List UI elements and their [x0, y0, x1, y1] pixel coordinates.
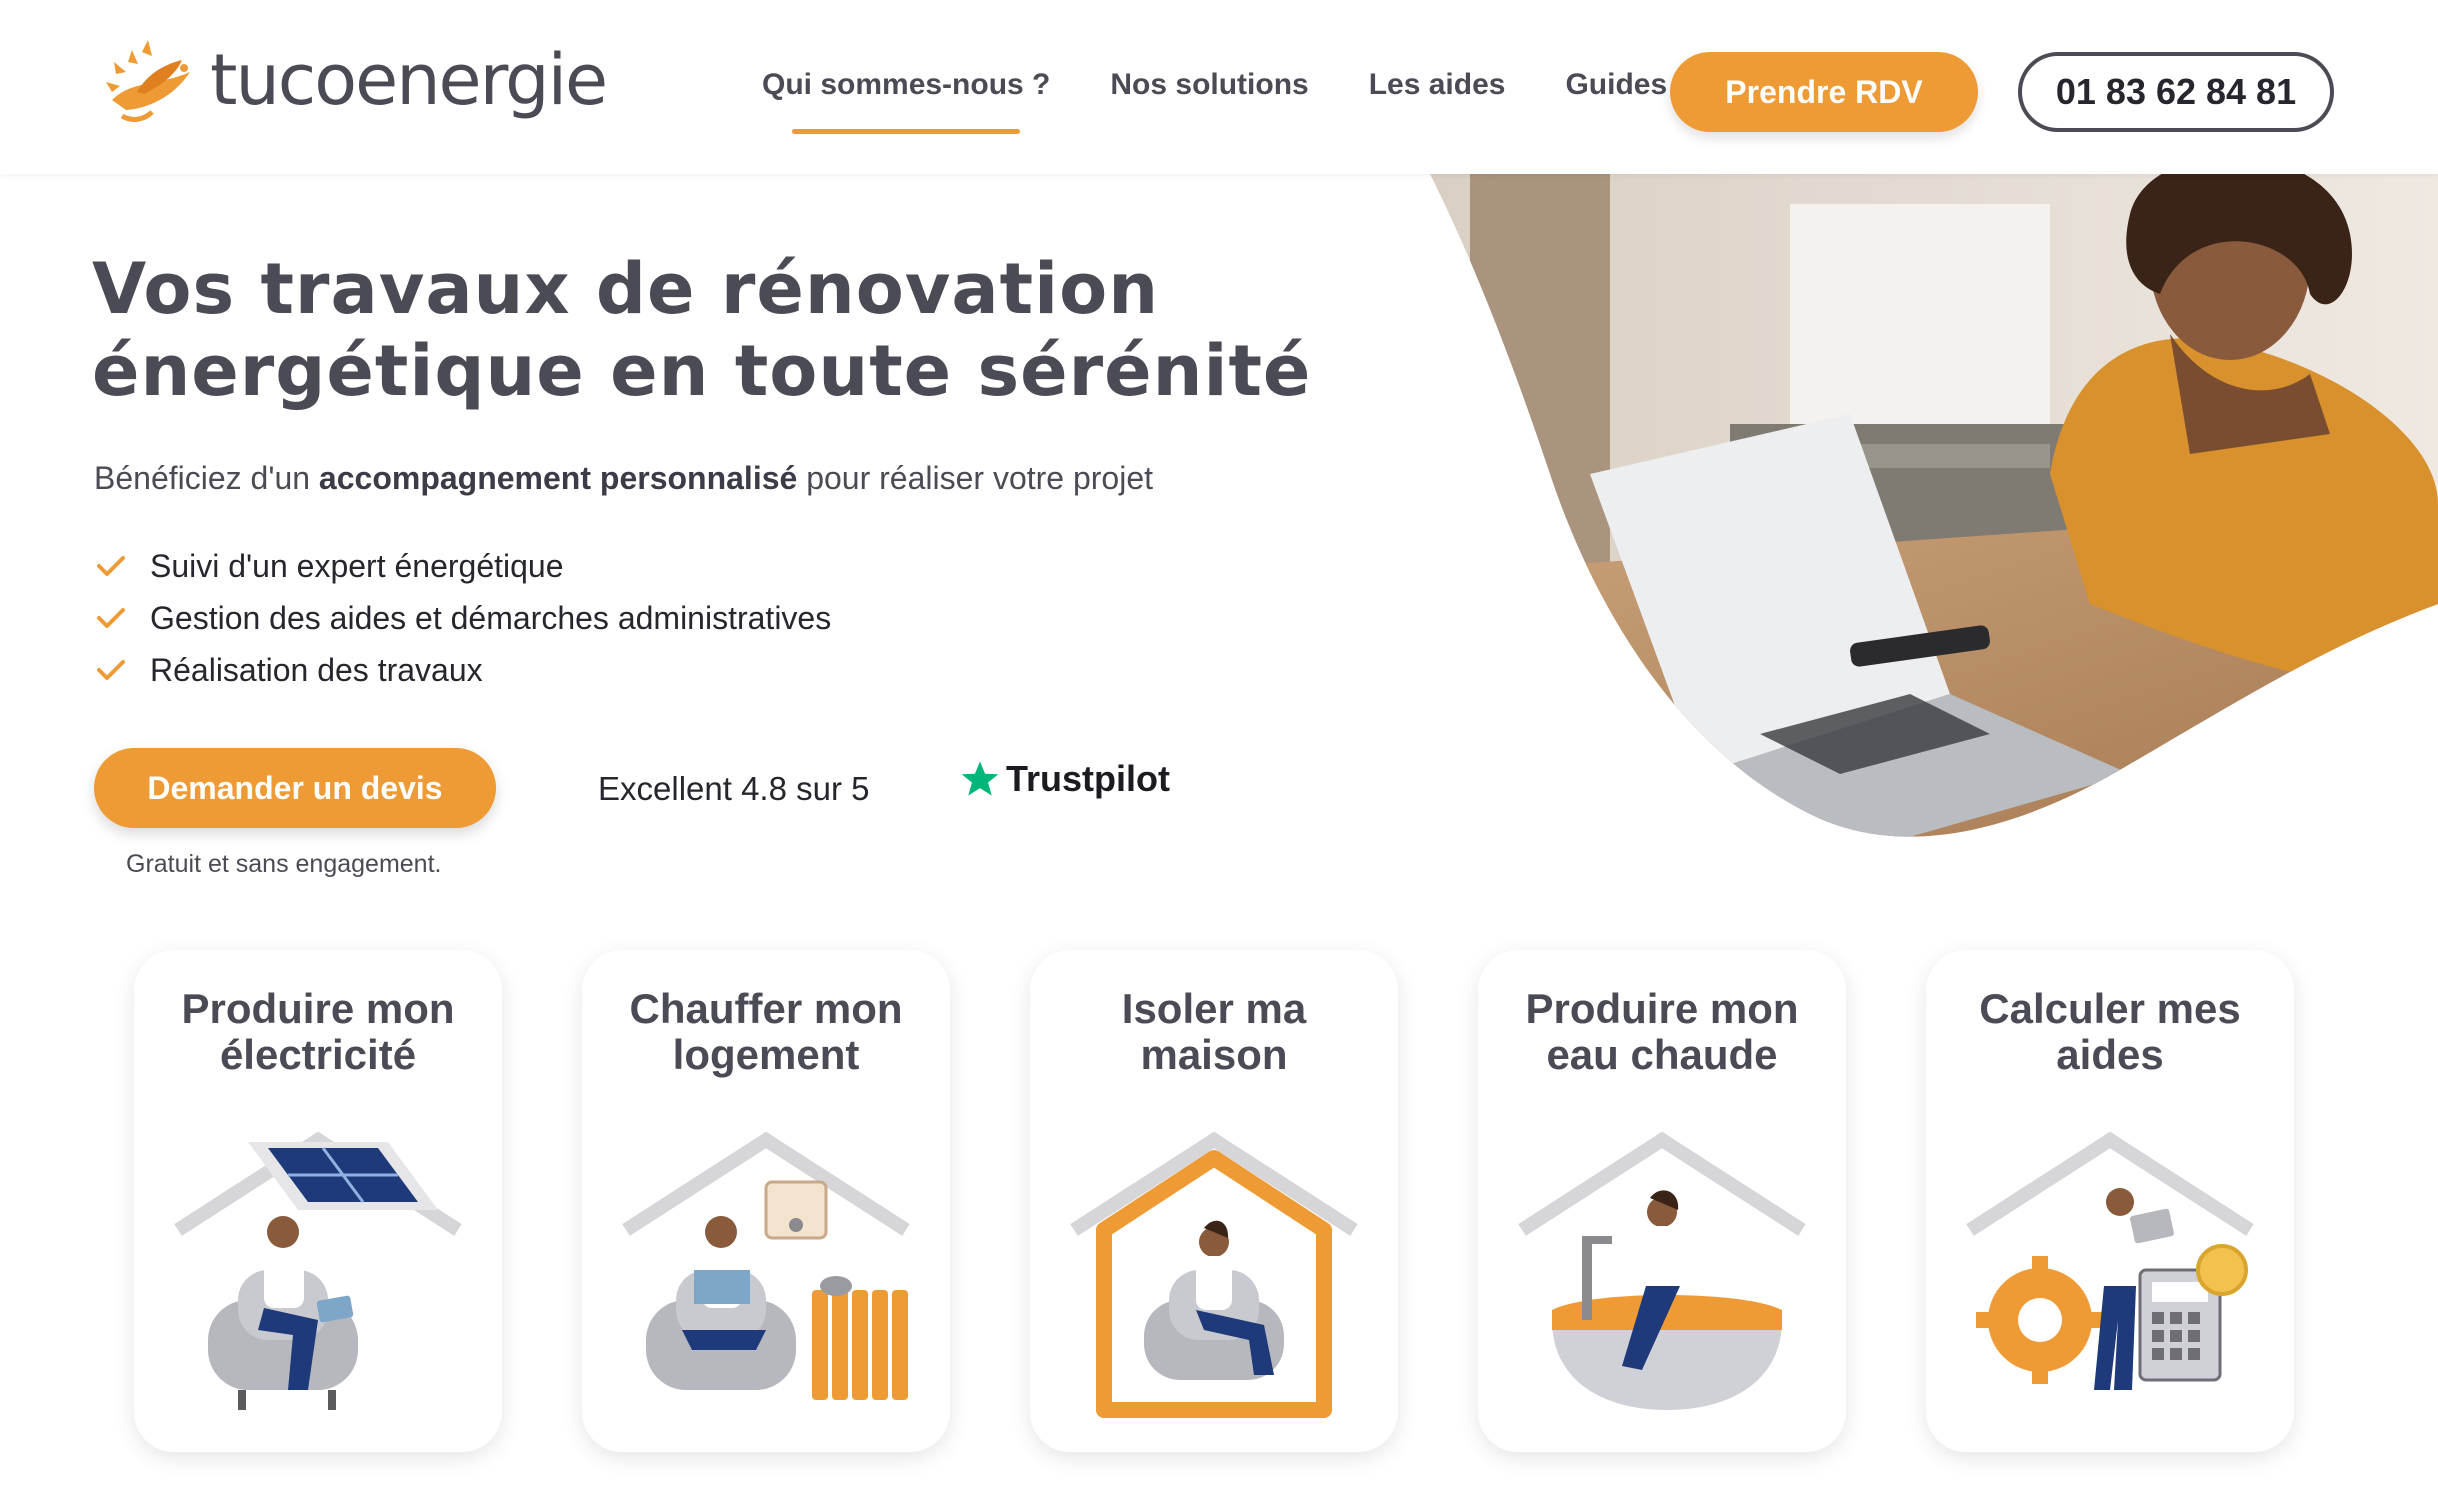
insulated-house-icon: [1070, 1131, 1358, 1418]
benefit-item: Suivi d'un expert énergétique: [96, 540, 831, 592]
logo[interactable]: tucoenergie: [92, 30, 608, 130]
nav-item-nos-solutions[interactable]: Nos solutions: [1110, 68, 1308, 102]
benefit-label: Réalisation des travaux: [150, 651, 483, 688]
hero-subtitle: Bénéficiez d'un accompagnement personnal…: [94, 460, 1153, 497]
benefits-list: Suivi d'un expert énergétique Gestion de…: [96, 540, 831, 696]
check-icon: [97, 608, 125, 628]
solar-panel-icon: [174, 1131, 462, 1410]
devis-note: Gratuit et sans engagement.: [126, 850, 442, 878]
card-title: Chauffer mon logement: [629, 985, 903, 1078]
site-header: tucoenergie Qui sommes-nous ? Nos soluti…: [0, 0, 2438, 174]
benefit-item: Gestion des aides et démarches administr…: [96, 592, 831, 644]
hero-subtitle-pre: Bénéficiez d'un: [94, 460, 319, 496]
trustpilot-link[interactable]: Trustpilot: [958, 758, 1170, 800]
card-title: Isoler ma maison: [1121, 985, 1307, 1078]
benefit-label: Suivi d'un expert énergétique: [150, 547, 564, 584]
demander-devis-button[interactable]: Demander un devis: [94, 748, 496, 828]
hero-title-line2: énergétique en toute sérénité: [92, 330, 1312, 412]
nav-item-guides[interactable]: Guides: [1565, 68, 1667, 102]
check-icon: [97, 660, 125, 680]
card-chauffer-logement[interactable]: Chauffer mon logement: [582, 950, 950, 1452]
calculator-icon: [1966, 1131, 2254, 1390]
service-cards: Produire mon électricité Chauffer mon lo…: [134, 950, 2294, 1452]
check-icon: [97, 556, 125, 576]
benefit-label: Gestion des aides et démarches administr…: [150, 599, 832, 636]
benefit-item: Réalisation des travaux: [96, 644, 831, 696]
bathtub-icon: [1518, 1131, 1806, 1410]
card-produire-electricite[interactable]: Produire mon électricité: [134, 950, 502, 1452]
card-title: Produire mon électricité: [181, 985, 455, 1078]
hero-title-line1: Vos travaux de rénovation: [92, 248, 1160, 330]
bird-logo-icon: [106, 40, 190, 122]
nav-item-les-aides[interactable]: Les aides: [1369, 68, 1506, 102]
hero-title: Vos travaux de rénovation énergétique en…: [92, 248, 1392, 412]
rating-text: Excellent 4.8 sur 5: [598, 770, 870, 807]
trustpilot-star-icon: [961, 761, 999, 796]
nav-item-qui-sommes-nous[interactable]: Qui sommes-nous ?: [762, 68, 1050, 134]
hero-photo: [1430, 174, 2438, 837]
main-nav: Qui sommes-nous ? Nos solutions Les aide…: [762, 68, 1667, 134]
prendre-rdv-button[interactable]: Prendre RDV: [1670, 52, 1978, 132]
phone-button[interactable]: 01 83 62 84 81: [2018, 52, 2334, 132]
trustpilot-label: Trustpilot: [1006, 758, 1170, 799]
radiator-icon: [622, 1131, 910, 1400]
hero-subtitle-bold: accompagnement personnalisé: [318, 460, 798, 496]
card-title: Calculer mes aides: [1979, 985, 2241, 1078]
card-eau-chaude[interactable]: Produire mon eau chaude: [1478, 950, 1846, 1452]
card-calculer-aides[interactable]: Calculer mes aides: [1926, 950, 2294, 1452]
card-title: Produire mon eau chaude: [1525, 985, 1799, 1078]
card-isoler-maison[interactable]: Isoler ma maison: [1030, 950, 1398, 1452]
hero-subtitle-post: pour réaliser votre projet: [797, 460, 1154, 496]
logo-text: tucoenergie: [210, 39, 608, 121]
